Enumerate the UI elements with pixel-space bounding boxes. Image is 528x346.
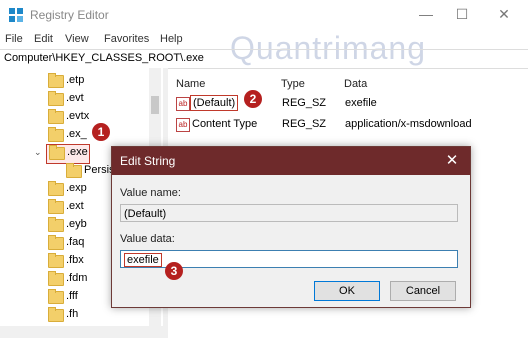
dialog-close-button[interactable]: ✕ <box>442 151 462 171</box>
folder-icon <box>48 307 64 322</box>
value-name: Content Type <box>192 118 258 130</box>
folder-icon <box>48 289 64 304</box>
tree-horizontal-scrollbar[interactable] <box>0 326 163 338</box>
folder-icon <box>48 73 64 88</box>
scrollbar-thumb[interactable] <box>151 96 159 114</box>
value-name-label: Value name: <box>120 187 181 199</box>
menu-view[interactable]: View <box>65 33 89 45</box>
folder-icon <box>48 271 64 286</box>
column-name[interactable]: Name <box>176 78 205 90</box>
cancel-button[interactable]: Cancel <box>390 281 456 301</box>
list-header: Name Type Data <box>168 74 528 94</box>
step-badge-2: 2 <box>244 90 262 108</box>
maximize-button[interactable]: ☐ <box>448 4 476 24</box>
ok-button[interactable]: OK <box>314 281 380 301</box>
menu-help[interactable]: Help <box>160 33 183 45</box>
value-data-label: Value data: <box>120 233 175 245</box>
value-name-field: (Default) <box>120 204 458 222</box>
folder-icon <box>66 163 82 178</box>
folder-icon <box>48 91 64 106</box>
value-data: application/x-msdownload <box>345 118 472 130</box>
value-data-text: exefile <box>124 253 162 267</box>
folder-icon <box>48 217 64 232</box>
string-value-icon: ab <box>176 118 190 132</box>
dialog-title-bar[interactable]: Edit String ✕ <box>112 147 470 175</box>
list-row-content-type[interactable]: ab Content Type REG_SZ application/x-msd… <box>172 116 512 134</box>
registry-editor-icon <box>9 8 23 22</box>
address-bar[interactable]: Computer\HKEY_CLASSES_ROOT\.exe <box>0 49 528 69</box>
step-badge-1: 1 <box>92 123 110 141</box>
folder-icon <box>48 253 64 268</box>
folder-icon <box>48 127 64 142</box>
title-bar: Registry Editor — ☐ ✕ <box>0 0 528 30</box>
tree-item-exe[interactable]: .exe <box>46 144 90 164</box>
value-type: REG_SZ <box>282 118 327 130</box>
folder-icon <box>49 145 65 160</box>
column-data[interactable]: Data <box>344 78 367 90</box>
list-row-default[interactable]: ab (Default) REG_SZ exefile <box>172 95 472 113</box>
value-type: REG_SZ <box>282 97 327 109</box>
minimize-button[interactable]: — <box>412 4 440 24</box>
dialog-title: Edit String <box>120 154 176 168</box>
value-name: (Default) <box>190 95 239 111</box>
edit-string-dialog: Edit String ✕ Value name: (Default) Valu… <box>111 146 471 308</box>
value-data: exefile <box>345 97 377 109</box>
menu-edit[interactable]: Edit <box>34 33 53 45</box>
menu-file[interactable]: File <box>5 33 23 45</box>
menu-bar: File Edit View Favorites Help <box>0 30 528 48</box>
menu-favorites[interactable]: Favorites <box>104 33 149 45</box>
folder-icon <box>48 181 64 196</box>
folder-icon <box>48 199 64 214</box>
step-badge-3: 3 <box>165 262 183 280</box>
column-type[interactable]: Type <box>281 78 305 90</box>
address-path: Computer\HKEY_CLASSES_ROOT\.exe <box>4 52 204 64</box>
chevron-down-icon[interactable]: ⌄ <box>34 147 42 158</box>
folder-icon <box>48 235 64 250</box>
window-title: Registry Editor <box>30 8 109 22</box>
close-button[interactable]: ✕ <box>490 4 518 24</box>
folder-icon <box>48 109 64 124</box>
string-value-icon: ab <box>176 97 190 111</box>
